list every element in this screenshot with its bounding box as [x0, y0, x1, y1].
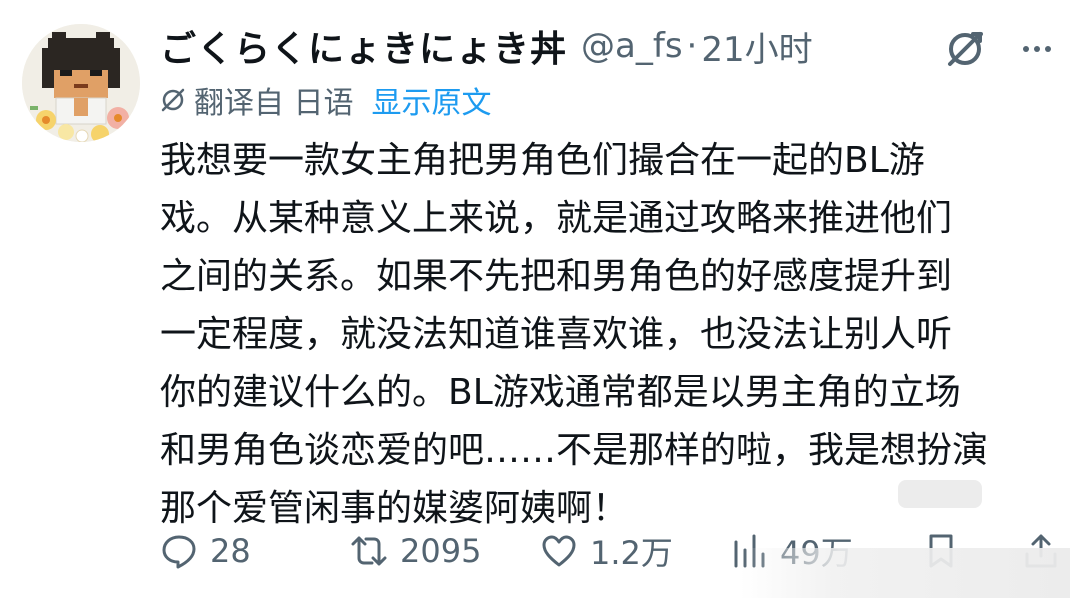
user-handle[interactable]: @a_fs: [581, 26, 683, 66]
tweet-text-line: 和男角色谈恋爱的吧……不是那样的啦，我是想扮演: [160, 430, 989, 471]
tweet: ごくらくにょきにょき丼 @a_fs · 21小时 翻译自 日语 显示原文 我想要…: [0, 0, 1080, 608]
reply-count: 28: [210, 532, 251, 570]
tweet-text-line: 戏。从某种意义上来说，就是通过攻略来推进他们: [160, 198, 953, 239]
separator-dot: ·: [686, 26, 698, 66]
tweet-text-line: 我想要一款女主角把男角色们撮合在一起的BL游: [160, 140, 925, 181]
watermark-overlay: [740, 548, 1070, 598]
tweet-text-line: 你的建议什么的。BL游戏通常都是以男主角的立场: [160, 372, 961, 413]
avatar-image: [22, 24, 140, 142]
retweet-icon: [351, 536, 387, 566]
header-actions: [944, 28, 1052, 70]
reply-bubble-icon: [162, 535, 196, 569]
retweet-button[interactable]: 2095: [350, 526, 481, 576]
tweet-text-line: 一定程度，就没法知道谁喜欢谁，也没法让别人听: [160, 314, 953, 355]
more-dots-icon[interactable]: [1022, 44, 1052, 54]
show-original-link[interactable]: 显示原文: [372, 78, 492, 122]
display-name[interactable]: ごくらくにょきにょき丼: [160, 20, 567, 72]
tweet-text-line: 之间的关系。如果不先把和男角色的好感度提升到: [160, 256, 953, 297]
avatar[interactable]: [22, 24, 140, 142]
grok-icon[interactable]: [944, 28, 986, 70]
translation-row: 翻译自 日语 显示原文: [160, 78, 492, 122]
translate-icon: [161, 88, 185, 112]
tweet-header: ごくらくにょきにょき丼 @a_fs · 21小时: [160, 22, 813, 70]
tweet-text: 我想要一款女主角把男角色们撮合在一起的BL游 戏。从某种意义上来说，就是通过攻略…: [160, 132, 1040, 538]
timestamp[interactable]: 21小时: [701, 22, 812, 71]
retweet-count: 2095: [400, 532, 482, 570]
like-count: 1.2万: [590, 534, 673, 572]
heart-icon: [542, 535, 576, 567]
translated-from-label: 翻译自 日语: [194, 86, 354, 121]
watermark: [898, 480, 982, 508]
like-button[interactable]: 1.2万: [540, 526, 673, 576]
reply-button[interactable]: 28: [160, 526, 251, 576]
